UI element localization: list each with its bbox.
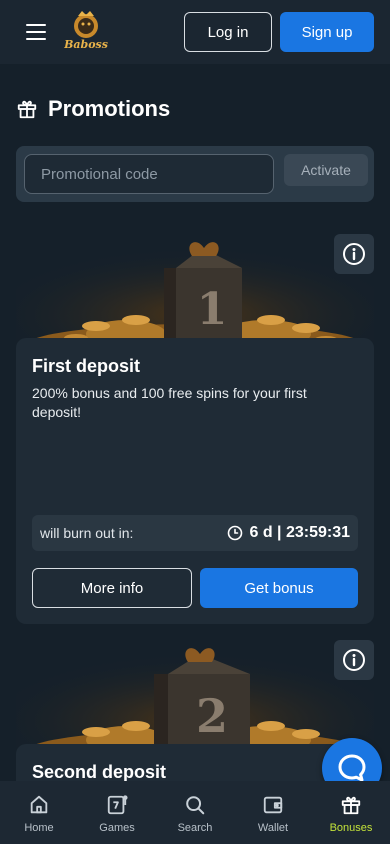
brand-logo[interactable]: Baboss xyxy=(64,10,108,52)
signup-button[interactable]: Sign up xyxy=(280,12,374,52)
nav-label: Games xyxy=(99,822,135,834)
coins-gift-image: 2 xyxy=(16,640,374,756)
nav-label: Search xyxy=(177,822,213,834)
info-button-first[interactable] xyxy=(334,234,374,274)
nav-wallet[interactable]: Wallet xyxy=(234,781,312,844)
second-deposit-banner: 2 xyxy=(16,640,374,756)
coins-gift-image: 1 xyxy=(16,234,374,350)
banner-number: 2 xyxy=(196,689,228,743)
login-button[interactable]: Log in xyxy=(184,12,272,52)
nav-games[interactable]: Games xyxy=(78,781,156,844)
menu-icon[interactable] xyxy=(26,24,46,40)
info-button-second[interactable] xyxy=(334,640,374,680)
nav-label: Bonuses xyxy=(329,822,373,834)
bottom-navigation: Home Games Search Wallet Bonuses xyxy=(0,781,390,844)
app-header: Baboss Log in Sign up xyxy=(0,0,390,64)
promo-code-panel: Promotional code Activate xyxy=(16,146,374,202)
wallet-icon xyxy=(263,796,283,814)
card-title: Second deposit xyxy=(32,762,167,782)
get-bonus-button[interactable]: Get bonus xyxy=(200,568,358,608)
nav-label: Home xyxy=(24,822,54,834)
expiry-row: will burn out in: 6 d | 23:59:31 xyxy=(32,515,358,551)
page-title: Promotions xyxy=(48,96,171,121)
promo-code-input[interactable]: Promotional code xyxy=(24,154,274,194)
chat-icon xyxy=(338,754,366,782)
expiry-label: will burn out in: xyxy=(40,525,134,541)
promotion-card-first-deposit: First deposit 200% bonus and 100 free sp… xyxy=(16,338,374,624)
banner-number: 1 xyxy=(197,284,228,335)
nav-search[interactable]: Search xyxy=(156,781,234,844)
card-title: First deposit xyxy=(32,356,141,376)
logo-text: Baboss xyxy=(64,38,108,51)
clock-icon xyxy=(228,525,243,541)
first-deposit-banner: 1 xyxy=(16,234,374,350)
slot-icon xyxy=(107,795,128,815)
gift-icon xyxy=(17,100,37,119)
search-icon xyxy=(186,796,205,815)
nav-home[interactable]: Home xyxy=(0,781,78,844)
page-heading: Promotions xyxy=(16,96,170,122)
expiry-timer: 6 d | 23:59:31 xyxy=(249,524,350,541)
gift-icon xyxy=(341,796,361,815)
home-icon xyxy=(30,795,48,814)
activate-button[interactable]: Activate xyxy=(284,154,368,186)
nav-bonuses[interactable]: Bonuses xyxy=(312,781,390,844)
info-icon xyxy=(343,649,365,671)
nav-label: Wallet xyxy=(257,822,289,834)
more-info-button[interactable]: More info xyxy=(32,568,192,608)
card-description: 200% bonus and 100 free spins for your f… xyxy=(32,385,307,420)
info-icon xyxy=(343,243,365,265)
